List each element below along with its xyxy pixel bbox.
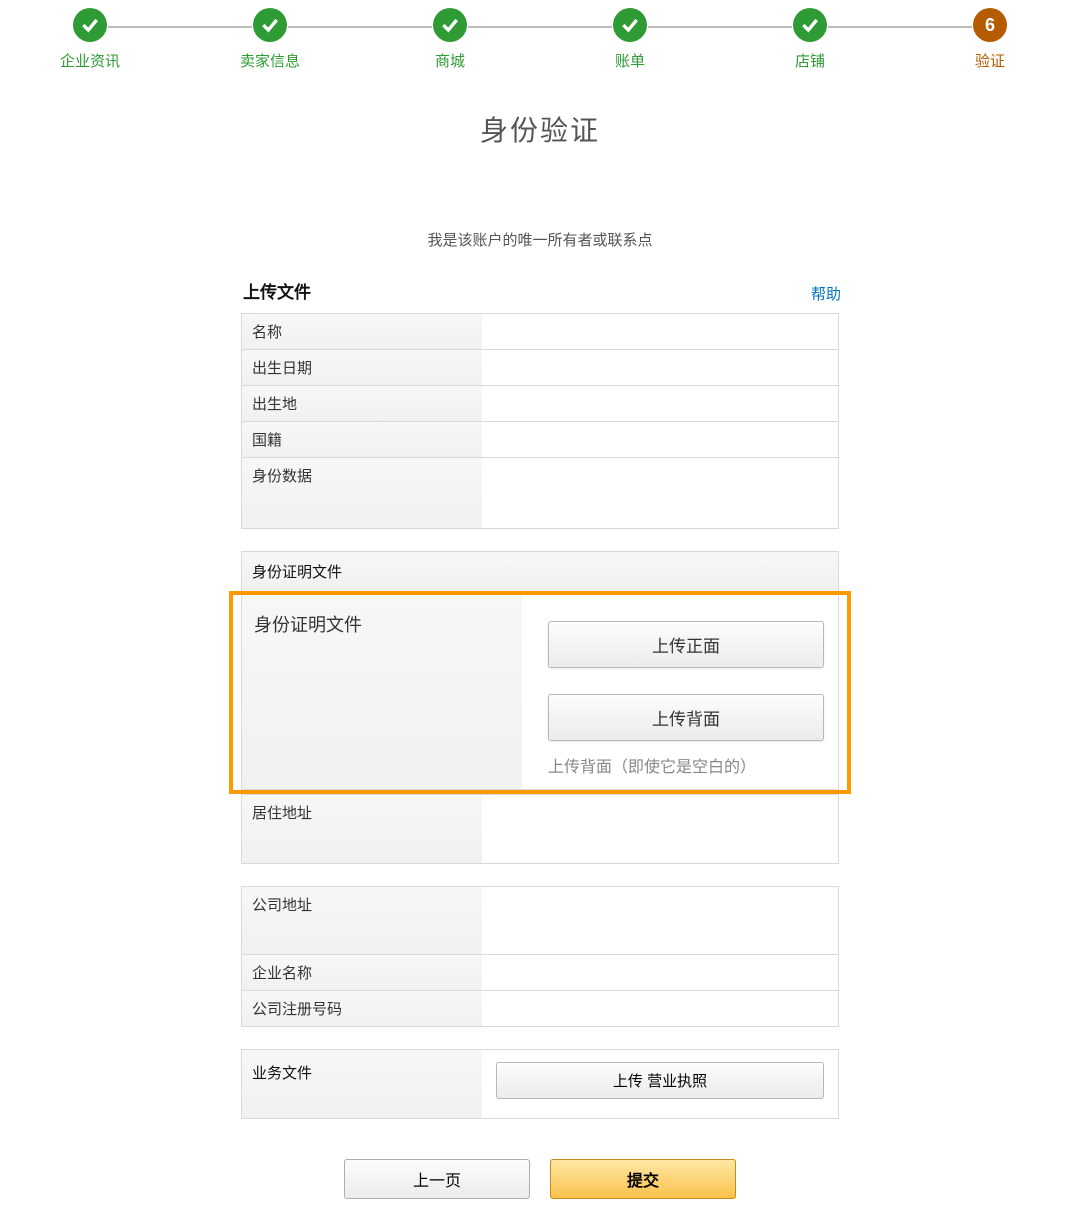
- step-label: 账单: [615, 50, 645, 71]
- company-info-table: 公司地址 企业名称 公司注册号码: [241, 886, 839, 1027]
- row-iddata-label: 身份数据: [242, 458, 482, 528]
- check-icon: [613, 8, 647, 42]
- page-title: 身份验证: [0, 109, 1080, 149]
- row-company-name-label: 企业名称: [242, 955, 482, 990]
- row-nationality-value: [482, 422, 838, 457]
- row-dob-value: [482, 350, 838, 385]
- row-name-label: 名称: [242, 314, 482, 349]
- row-pob-value: [482, 386, 838, 421]
- step-number: 6: [973, 8, 1007, 42]
- step-company-info[interactable]: 企业资讯: [0, 8, 180, 71]
- personal-info-table: 名称 出生日期 出生地 国籍 身份数据: [241, 313, 839, 529]
- id-upload-highlight: 身份证明文件 上传正面 上传背面 上传背面（即使它是空白的）: [229, 591, 851, 794]
- step-label: 企业资讯: [60, 50, 120, 71]
- step-verify[interactable]: 6 验证: [900, 8, 1080, 71]
- row-iddata-value: [482, 458, 838, 528]
- check-icon: [433, 8, 467, 42]
- check-icon: [793, 8, 827, 42]
- step-billing[interactable]: 账单: [540, 8, 720, 71]
- id-doc-header: 身份证明文件: [242, 552, 838, 591]
- row-company-address-label: 公司地址: [242, 887, 482, 954]
- row-company-regno-label: 公司注册号码: [242, 991, 482, 1026]
- owner-statement: 我是该账户的唯一所有者或联系点: [241, 229, 839, 250]
- upload-back-button[interactable]: 上传背面: [548, 694, 824, 741]
- step-label: 卖家信息: [240, 50, 300, 71]
- submit-button[interactable]: 提交: [550, 1159, 736, 1199]
- residence-table: 居住地址: [241, 794, 839, 864]
- help-link[interactable]: 帮助: [811, 283, 841, 304]
- row-company-address-value: [482, 887, 838, 954]
- row-pob-label: 出生地: [242, 386, 482, 421]
- section-upload-title: 上传文件: [243, 278, 839, 303]
- step-store[interactable]: 店铺: [720, 8, 900, 71]
- step-marketplace[interactable]: 商城: [360, 8, 540, 71]
- row-nationality-label: 国籍: [242, 422, 482, 457]
- id-upload-label: 身份证明文件: [242, 595, 522, 789]
- progress-stepper: 企业资讯 卖家信息 商城 账单 店铺 6 验证: [0, 0, 1080, 71]
- check-icon: [73, 8, 107, 42]
- business-doc-label: 业务文件: [242, 1050, 482, 1118]
- row-dob-label: 出生日期: [242, 350, 482, 385]
- step-label: 商城: [435, 50, 465, 71]
- row-company-regno-value: [482, 991, 838, 1026]
- row-company-name-value: [482, 955, 838, 990]
- row-name-value: [482, 314, 838, 349]
- id-doc-block: 身份证明文件: [241, 551, 839, 591]
- row-residence-value: [482, 795, 838, 863]
- upload-front-button[interactable]: 上传正面: [548, 621, 824, 668]
- upload-license-button[interactable]: 上传 营业执照: [496, 1062, 824, 1099]
- row-residence-label: 居住地址: [242, 795, 482, 863]
- step-seller-info[interactable]: 卖家信息: [180, 8, 360, 71]
- upload-back-hint: 上传背面（即使它是空白的）: [548, 753, 824, 777]
- check-icon: [253, 8, 287, 42]
- business-doc-block: 业务文件 上传 营业执照: [241, 1049, 839, 1119]
- prev-button[interactable]: 上一页: [344, 1159, 530, 1199]
- step-label: 验证: [975, 50, 1005, 71]
- step-label: 店铺: [795, 50, 825, 71]
